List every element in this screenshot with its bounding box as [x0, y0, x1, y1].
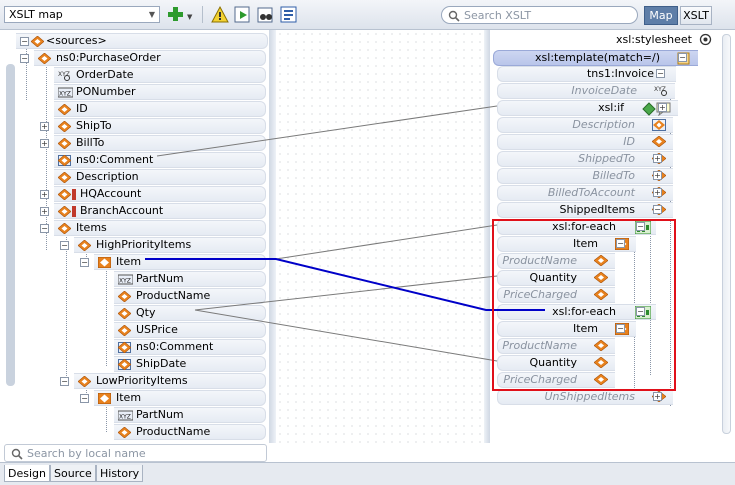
tab-history[interactable]: History — [96, 465, 144, 482]
target-tree-scrollbar[interactable] — [722, 34, 731, 434]
mapping-line — [156, 105, 498, 157]
local-name-search-input[interactable]: Search by local name — [4, 444, 267, 462]
tab-design[interactable]: Design — [4, 465, 50, 482]
editor-tabs-bar: Design Source History — [0, 462, 735, 485]
mapping-line — [194, 309, 498, 362]
tab-source[interactable]: Source — [50, 465, 96, 482]
local-name-search-placeholder: Search by local name — [27, 447, 146, 460]
highlight-box — [492, 219, 676, 391]
mapping-line — [275, 224, 498, 260]
search-icon — [11, 448, 23, 460]
mapping-line-active — [145, 258, 545, 311]
mapping-line — [194, 275, 498, 311]
